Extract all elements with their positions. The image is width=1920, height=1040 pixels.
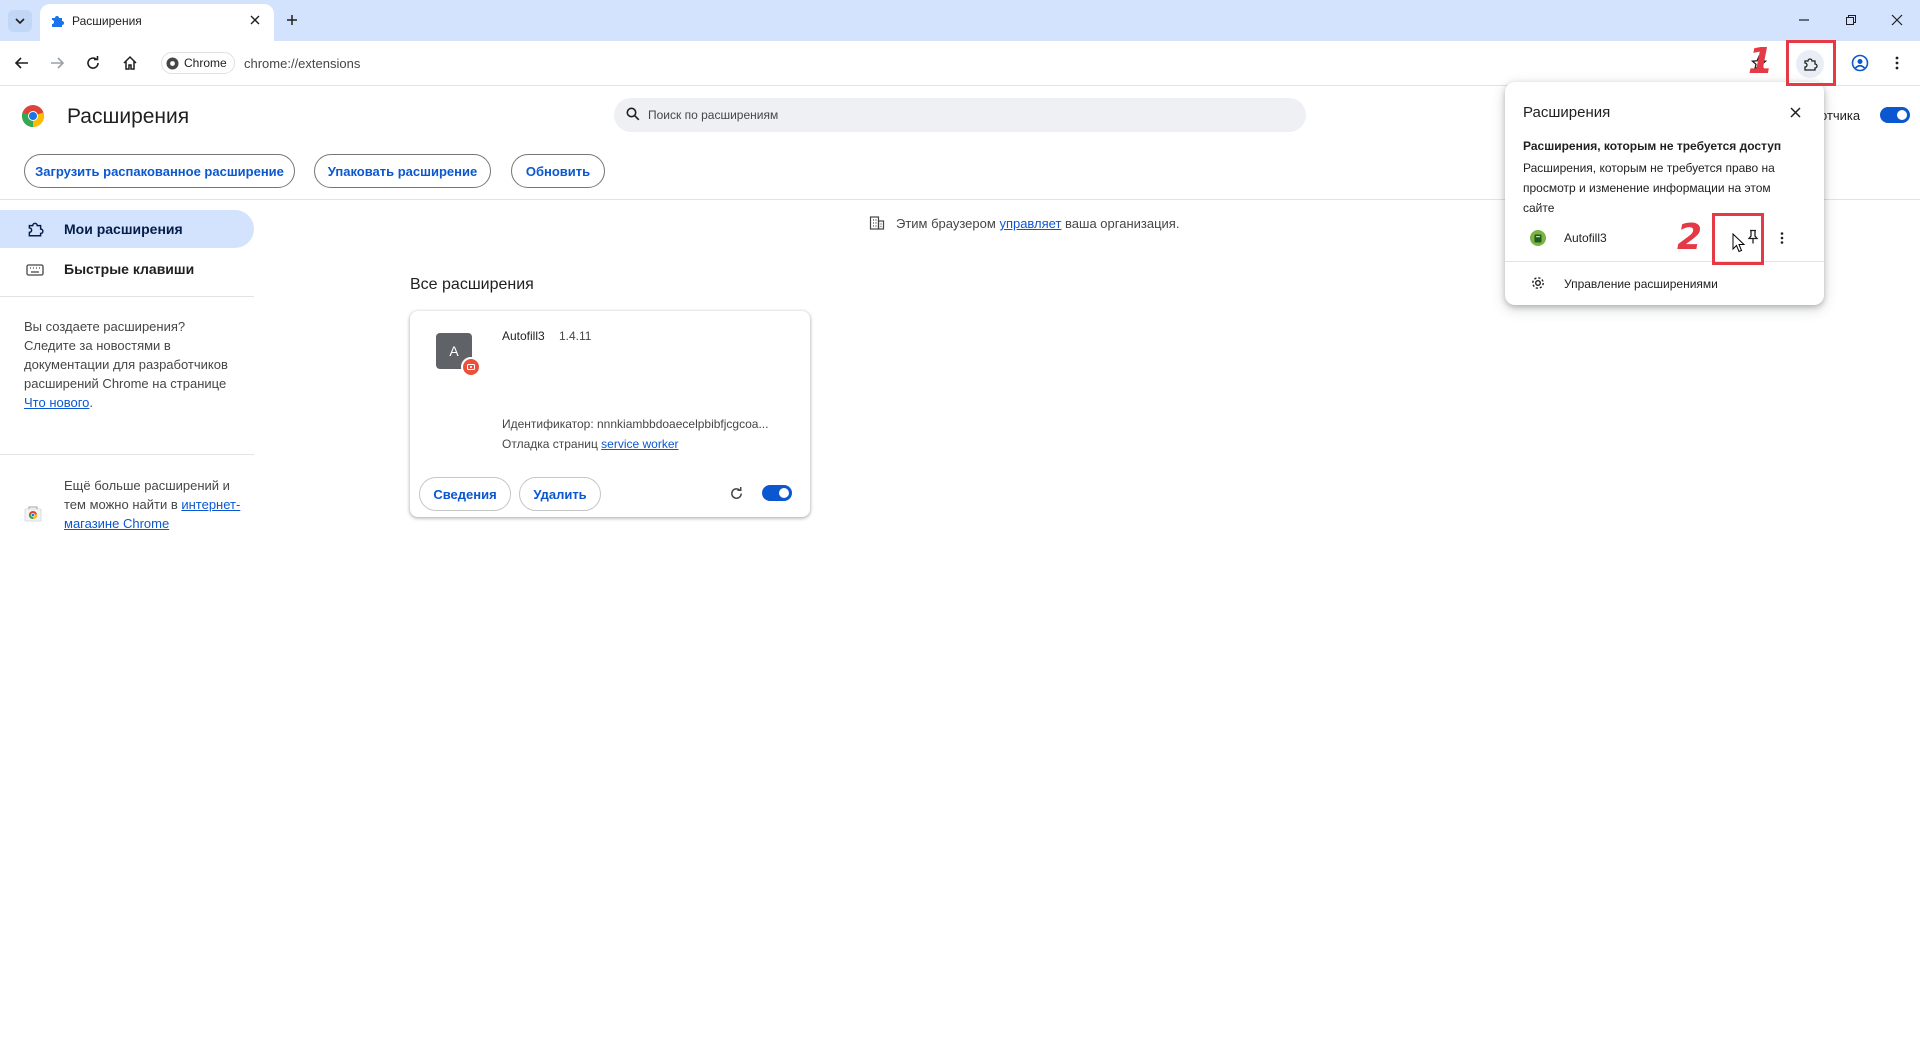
remove-button[interactable]: Удалить	[519, 477, 601, 511]
reload-extension-button[interactable]	[726, 483, 746, 503]
sidebar-divider	[0, 454, 254, 455]
restore-button[interactable]	[1838, 8, 1864, 32]
extension-icon	[1530, 230, 1546, 246]
store-promo: Ещё больше расширений и тем можно найти …	[64, 476, 244, 533]
keyboard-icon	[26, 262, 44, 278]
page-title: Расширения	[67, 105, 190, 128]
whats-new-link[interactable]: Что нового	[24, 395, 89, 410]
warning-icon	[467, 364, 475, 370]
load-unpacked-button[interactable]: Загрузить распакованное расширение	[24, 154, 295, 188]
inspect-views: Отладка страниц service worker	[502, 437, 679, 451]
sidebar-item-label: Мои расширения	[64, 221, 183, 237]
service-worker-link[interactable]: service worker	[601, 437, 678, 451]
managed-notice: Этим браузером управляет ваша организаци…	[896, 216, 1179, 231]
details-button[interactable]: Сведения	[419, 477, 511, 511]
annotation-number-1: 1	[1748, 41, 1774, 82]
site-chip-label: Chrome	[184, 56, 227, 70]
extension-id: Идентификатор: nnnkiambbdoaecelpbibfjcgc…	[502, 417, 769, 431]
home-button[interactable]	[117, 50, 143, 76]
chevron-down-icon	[15, 18, 25, 25]
search-input[interactable]	[648, 105, 1288, 125]
developer-promo: Вы создаете расширения? Следите за новос…	[24, 317, 234, 412]
mouse-cursor-icon	[1732, 233, 1746, 253]
popup-divider	[1505, 261, 1824, 262]
reload-icon	[730, 486, 742, 499]
profile-button[interactable]	[1847, 50, 1873, 76]
extension-version: 1.4.11	[559, 329, 592, 343]
minimize-icon	[1799, 19, 1809, 21]
forward-button[interactable]	[44, 50, 70, 76]
close-icon	[1891, 14, 1903, 26]
close-window-button[interactable]	[1884, 8, 1910, 32]
close-icon	[1789, 106, 1801, 118]
manage-extensions-link[interactable]: Управление расширениями	[1564, 277, 1718, 291]
developer-mode-toggle[interactable]	[1880, 107, 1910, 123]
restore-icon	[1846, 15, 1856, 25]
developer-mode-label: отчика	[1820, 108, 1861, 123]
arrow-left-icon	[14, 57, 28, 69]
address-bar[interactable]	[157, 48, 1757, 78]
puzzle-icon	[26, 220, 44, 238]
annotation-number-2: 2	[1677, 217, 1703, 258]
pack-extension-button[interactable]: Упаковать расширение	[314, 154, 491, 188]
managed-link[interactable]: управляет	[999, 216, 1061, 231]
extension-error-badge	[461, 357, 481, 377]
sidebar-divider	[0, 296, 254, 297]
section-title: Все расширения	[410, 276, 534, 293]
gear-icon	[1530, 275, 1546, 291]
reload-button[interactable]	[80, 50, 106, 76]
extension-enable-toggle[interactable]	[762, 485, 792, 501]
popup-section-title: Расширения, которым не требуется доступ	[1523, 139, 1782, 153]
developer-promo-suffix: .	[89, 395, 94, 410]
account-circle-icon	[1851, 54, 1869, 72]
reload-icon	[87, 56, 99, 69]
developer-promo-text: Вы создаете расширения? Следите за новос…	[24, 319, 228, 391]
more-vert-icon	[1780, 232, 1784, 244]
minimize-button[interactable]	[1791, 8, 1817, 32]
popup-extension-name[interactable]: Autofill3	[1564, 231, 1607, 245]
tab-search-button[interactable]	[8, 10, 32, 32]
arrow-right-icon	[51, 57, 65, 69]
back-button[interactable]	[9, 50, 35, 76]
close-icon	[250, 15, 260, 25]
popup-close-button[interactable]	[1786, 103, 1804, 121]
popup-title: Расширения	[1523, 104, 1611, 121]
chrome-menu-button[interactable]	[1884, 50, 1910, 76]
sidebar-item-shortcuts[interactable]: Быстрые клавиши	[64, 261, 194, 277]
chrome-icon	[166, 57, 179, 70]
extension-more-button[interactable]	[1771, 227, 1793, 249]
plus-icon	[287, 15, 297, 25]
popup-section-description: Расширения, которым не требуется право н…	[1523, 161, 1775, 215]
update-button[interactable]: Обновить	[511, 154, 605, 188]
web-store-icon	[24, 504, 42, 522]
url-text[interactable]: chrome://extensions	[244, 56, 360, 71]
annotation-box-step-1	[1786, 40, 1836, 86]
managed-notice-prefix: Этим браузером	[896, 216, 1000, 231]
new-tab-button[interactable]	[282, 10, 302, 30]
tab-title: Расширения	[72, 14, 142, 28]
building-icon	[869, 215, 885, 231]
search-icon	[626, 107, 640, 121]
chrome-logo	[21, 104, 45, 128]
inspect-views-label: Отладка страниц	[502, 437, 602, 451]
more-vert-icon	[1895, 56, 1899, 70]
puzzle-icon	[49, 13, 65, 29]
tab-close-button[interactable]	[246, 11, 264, 29]
extension-name: Autofill3	[502, 329, 545, 343]
managed-notice-suffix: ваша организация.	[1061, 216, 1180, 231]
home-icon	[123, 55, 137, 70]
